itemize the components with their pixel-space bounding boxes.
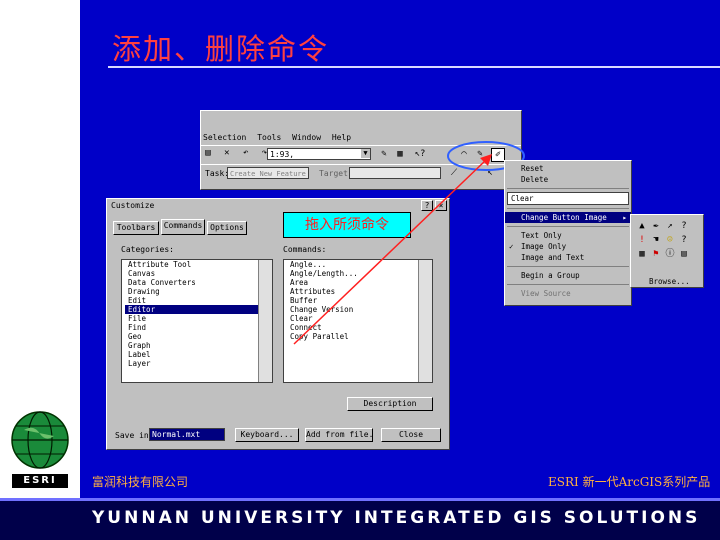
delete-icon[interactable]: ✕ — [221, 147, 233, 159]
exclaim-icon[interactable]: ! — [636, 234, 648, 246]
menu-item-view-source[interactable]: View Source — [505, 288, 631, 299]
info-icon[interactable]: ⓘ — [664, 248, 676, 260]
category-item[interactable]: Editor — [125, 305, 272, 314]
category-item[interactable]: Graph — [125, 341, 272, 350]
category-item[interactable]: Canvas — [125, 269, 272, 278]
grid-icon[interactable]: ▦ — [636, 248, 648, 260]
browse-label[interactable]: Browse... — [649, 277, 690, 286]
title-underline — [108, 66, 720, 68]
company-name: 富润科技有限公司 — [92, 475, 189, 489]
category-item[interactable]: Find — [125, 323, 272, 332]
menu-tools[interactable]: Tools — [257, 133, 281, 142]
menu-separator — [507, 226, 629, 227]
category-item[interactable]: File — [125, 314, 272, 323]
pen-icon[interactable]: ✒ — [650, 220, 662, 232]
pointer-icon[interactable]: ↗ — [664, 220, 676, 232]
categories-list[interactable]: Attribute Tool Canvas Data Converters Drawi… — [121, 259, 273, 383]
menu-item-image-only[interactable]: ✓ Image Only — [505, 241, 631, 252]
add-from-file-button[interactable]: Add from file... — [305, 428, 373, 442]
menu-item-image-and-text[interactable]: Image and Text — [505, 252, 631, 263]
menu-item-name-field[interactable]: Clear — [507, 192, 629, 205]
product-line: ESRI 新一代ArcGIS系列产品 — [548, 475, 711, 489]
menu-window[interactable]: Window — [292, 133, 321, 142]
smiley-icon[interactable]: ☺ — [664, 234, 676, 246]
category-item[interactable]: Attribute Tool — [125, 260, 272, 269]
checkmark-icon: ✓ — [509, 242, 514, 251]
description-button[interactable]: Description — [347, 397, 433, 411]
save-value: Normal.mxt — [152, 430, 201, 439]
close-button[interactable]: Close — [381, 428, 441, 442]
submenu-arrow-icon: ▸ — [622, 213, 627, 222]
category-item[interactable]: Edit — [125, 296, 272, 305]
menu-item-change-button-image[interactable]: Change Button Image ▸ — [505, 212, 631, 223]
flag-icon[interactable]: ⚑ — [650, 248, 662, 260]
task-label: Task: — [205, 169, 230, 178]
categories-label: Categories: — [121, 245, 174, 254]
save-select[interactable]: Normal.mxt — [149, 428, 225, 441]
menu-separator — [507, 208, 629, 209]
drag-arrow — [293, 154, 492, 345]
menu-separator — [507, 188, 629, 189]
tab-options[interactable]: Options — [207, 221, 247, 235]
paste-icon[interactable]: ▤ — [202, 147, 214, 159]
menu-help[interactable]: Help — [332, 133, 351, 142]
undo-icon[interactable]: ↶ — [240, 147, 252, 159]
category-item[interactable]: Label — [125, 350, 272, 359]
esri-logo-text: ESRI — [12, 474, 68, 488]
menu-item-begin-group[interactable]: Begin a Group — [505, 270, 631, 281]
slide-title: 添加、删除命令 — [112, 32, 330, 66]
category-item[interactable]: Layer — [125, 359, 272, 368]
menu-selection[interactable]: Selection — [203, 133, 246, 142]
category-item[interactable]: Geo — [125, 332, 272, 341]
tab-toolbars[interactable]: Toolbars — [113, 221, 159, 235]
customize-title: Customize — [111, 201, 155, 210]
menu-item-label: Change Button Image — [521, 213, 607, 222]
footer-text: YUNNAN UNIVERSITY INTEGRATED GIS SOLUTIO… — [92, 508, 701, 528]
keyboard-button[interactable]: Keyboard... — [235, 428, 299, 442]
hand-icon[interactable]: ☚ — [650, 234, 662, 246]
category-item[interactable]: Drawing — [125, 287, 272, 296]
category-item[interactable]: Data Converters — [125, 278, 272, 287]
menu-item-label: Image Only — [521, 242, 567, 251]
menu-item-text-only[interactable]: Text Only — [505, 230, 631, 241]
table-icon[interactable]: ▤ — [678, 248, 690, 260]
categories-scrollbar[interactable] — [258, 260, 272, 382]
context-menu: Reset Delete Clear Change Button Image ▸ … — [504, 160, 632, 306]
menu-item-reset[interactable]: Reset — [505, 163, 631, 174]
name-field-value: Clear — [511, 194, 534, 203]
tab-commands[interactable]: Commands — [161, 219, 205, 235]
globe-logo-icon — [11, 411, 69, 469]
arrow-icon[interactable]: ▲ — [636, 220, 648, 232]
question-icon[interactable]: ? — [678, 234, 690, 246]
icon-grid: ▲ ✒ ↗? ! ☚ ☺? ▦ ⚑ ⓘ ▤ — [635, 219, 701, 261]
menu-separator — [507, 266, 629, 267]
help-icon[interactable]: ? — [678, 220, 690, 232]
save-label: Save in: — [115, 431, 154, 440]
icon-picker: ▲ ✒ ↗? ! ☚ ☺? ▦ ⚑ ⓘ ▤ Browse... — [630, 214, 704, 288]
menu-item-delete[interactable]: Delete — [505, 174, 631, 185]
menu-separator — [507, 284, 629, 285]
